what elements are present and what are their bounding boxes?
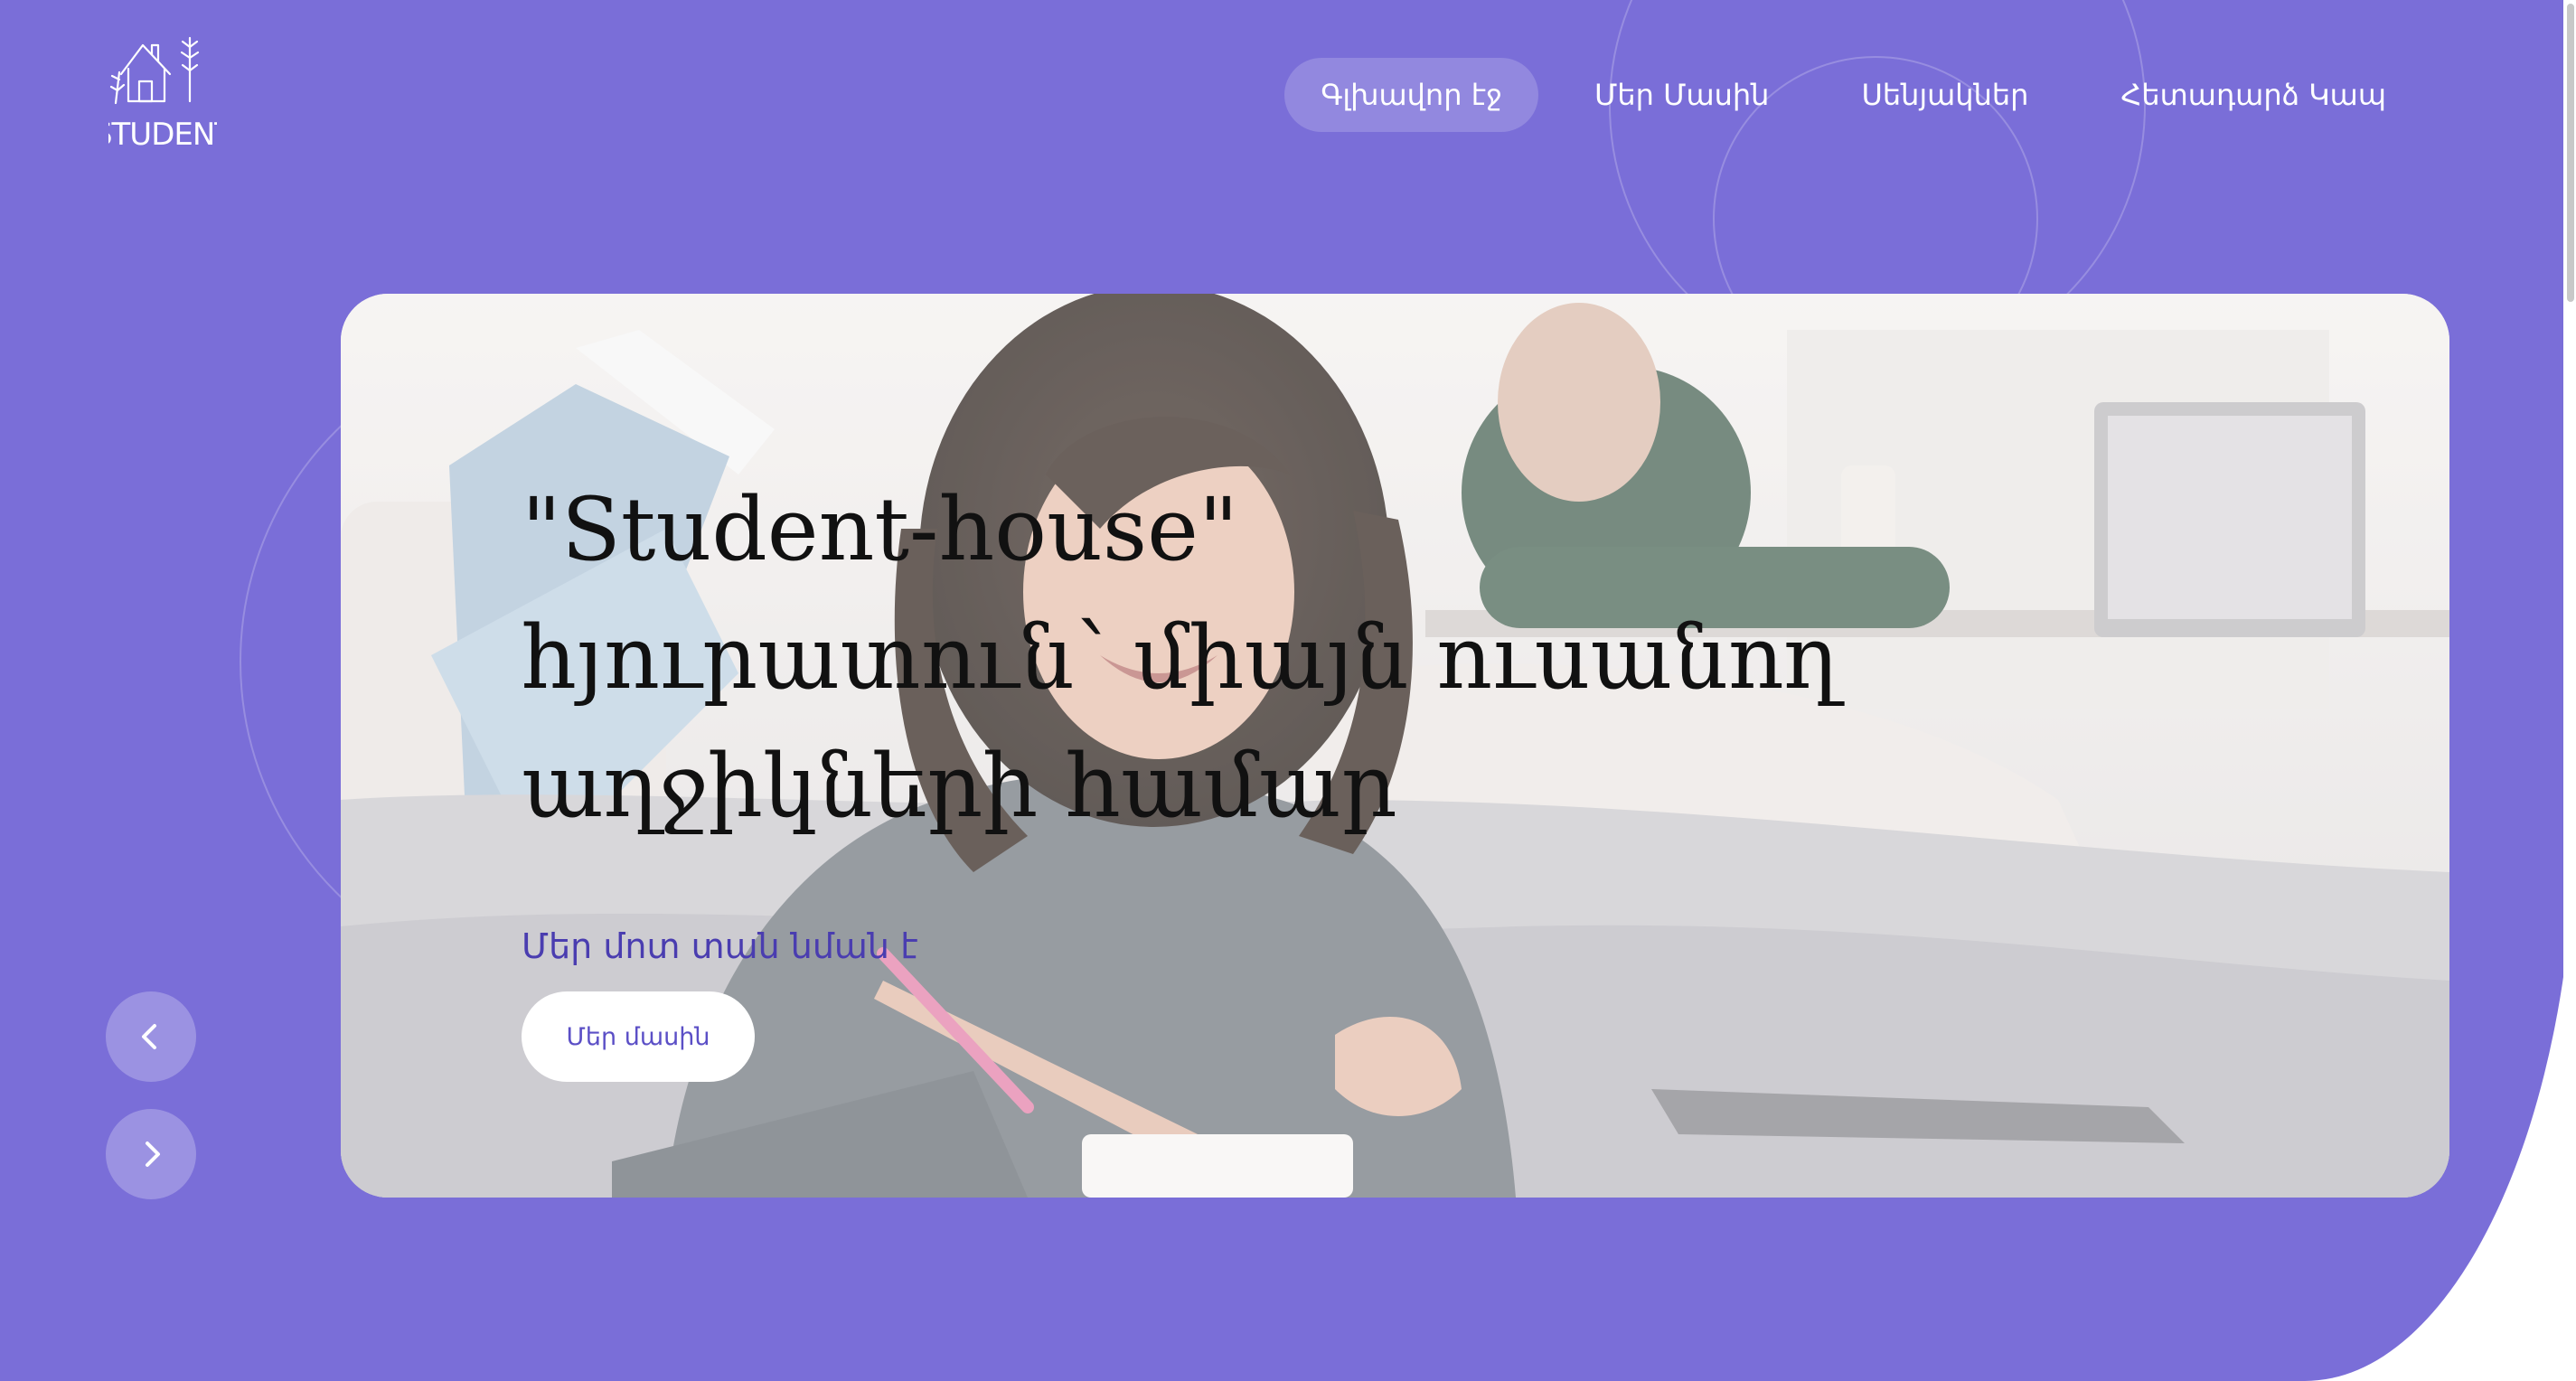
chevron-right-icon [146,1141,160,1167]
hero-banner: "Student-house" հյուրատուն՝ միայն ուսանո… [341,294,2449,1198]
nav-item-rooms[interactable]: Սենյակներ [1825,58,2064,132]
hero-title: "Student-house" հյուրատուն՝ միայն ուսանո… [522,465,1877,850]
scrollbar-thumb[interactable] [2567,4,2574,302]
chevron-left-icon [142,1024,156,1049]
scrollbar[interactable] [2563,0,2576,1381]
student-house-logo: STUDENT [93,36,234,153]
nav-item-contact[interactable]: Հետադարձ Կապ [2084,58,2422,132]
main-navigation: Գլխավոր էջ Մեր Մասին Սենյակներ Հետադարձ … [1284,58,2422,132]
hero-title-line-3: աղջիկների համար [522,736,1397,837]
hero-title-line-2: հյուրատուն՝ միայն ուսանող [522,607,1839,709]
slider-prev-button[interactable] [106,991,196,1082]
site-logo[interactable]: STUDENT [93,33,234,155]
about-us-button[interactable]: Մեր մասին [522,991,755,1082]
hero-title-line-1: "Student-house" [522,479,1239,580]
slider-next-button[interactable] [106,1109,196,1199]
logo-text: STUDENT [108,117,217,153]
hero-subtitle: Մեր մոտ տան նման է [522,926,918,966]
nav-item-about[interactable]: Մեր Մասին [1558,58,1805,132]
nav-item-home[interactable]: Գլխավոր էջ [1284,58,1539,132]
